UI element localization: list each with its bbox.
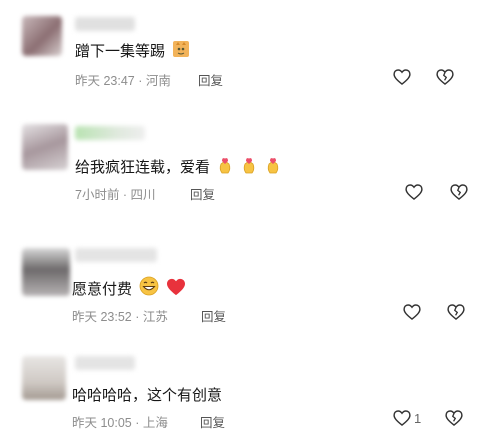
comment-meta: 昨天 10:05 · 上海 xyxy=(72,416,168,430)
comment-meta: 昨天 23:47 · 河南 xyxy=(75,74,171,88)
avatar[interactable] xyxy=(22,16,62,56)
avatar[interactable] xyxy=(22,124,68,170)
broken-heart-outline-icon[interactable] xyxy=(444,408,464,428)
reply-button[interactable]: 回复 xyxy=(200,412,225,431)
comment-body: 哈哈哈哈，这个有创意 xyxy=(72,386,223,404)
reply-button[interactable]: 回复 xyxy=(190,184,215,203)
heart-outline-icon[interactable] xyxy=(404,182,424,202)
comment-body: 给我疯狂连载，爱看 xyxy=(75,158,211,176)
broken-heart-outline-icon[interactable] xyxy=(449,182,469,202)
comment-item: 愿意付费 昨天 23:52 · 江苏 回复 xyxy=(0,240,488,340)
reply-button[interactable]: 回复 xyxy=(198,70,223,89)
comment-text: 蹭下一集等踢 xyxy=(75,40,190,62)
broken-heart-outline-icon[interactable] xyxy=(435,67,455,87)
comment-text: 哈哈哈哈，这个有创意 xyxy=(72,384,222,405)
comment-meta: 7小时前 · 四川 xyxy=(75,188,156,202)
avatar[interactable] xyxy=(22,248,70,296)
heart-outline-icon[interactable] xyxy=(402,302,422,322)
comment-item: 哈哈哈哈，这个有创意 昨天 10:05 · 上海 回复 1 xyxy=(0,350,488,446)
comment-body: 蹭下一集等踢 xyxy=(75,42,166,60)
cat-emoji-icon xyxy=(172,40,190,62)
comment-text: 给我疯狂连载，爱看 xyxy=(75,154,285,178)
comment-body: 愿意付费 xyxy=(72,280,133,298)
broken-heart-outline-icon[interactable] xyxy=(446,302,466,322)
heart-hands-emoji-icon xyxy=(217,154,285,178)
red-heart-emoji-icon xyxy=(166,278,186,300)
username[interactable] xyxy=(75,126,145,140)
comment-text: 愿意付费 xyxy=(72,276,186,300)
comment-item: 给我疯狂连载，爱看 7小时前 · 四川 回复 xyxy=(0,112,488,222)
grin-emoji-icon xyxy=(139,276,159,300)
username[interactable] xyxy=(75,356,135,370)
heart-outline-icon[interactable] xyxy=(392,67,412,87)
reply-button[interactable]: 回复 xyxy=(201,306,226,325)
like-count: 1 xyxy=(414,411,422,426)
heart-outline-icon[interactable] xyxy=(392,408,412,428)
comment-meta: 昨天 23:52 · 江苏 xyxy=(72,310,168,324)
comment-item: 蹭下一集等踢 昨天 23:47 · 河南 回复 xyxy=(0,0,488,110)
username[interactable] xyxy=(75,248,157,262)
avatar[interactable] xyxy=(22,356,66,400)
username[interactable] xyxy=(75,17,135,31)
